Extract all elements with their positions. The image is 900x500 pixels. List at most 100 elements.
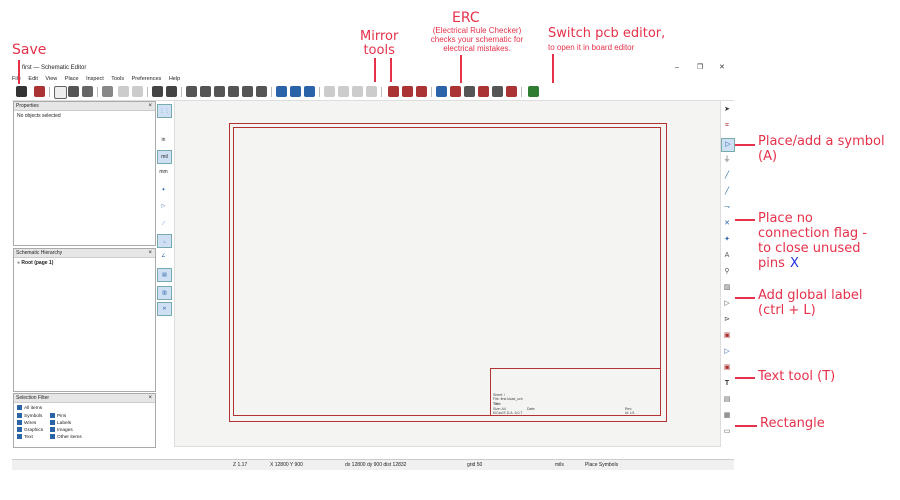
add-power-icon[interactable]: ⏚ (721, 154, 733, 166)
filter-symbols[interactable]: Symbols (17, 413, 42, 419)
import-sheet-pin-icon[interactable]: ▷ (721, 346, 733, 358)
add-wire-icon[interactable]: ╱ (721, 170, 733, 182)
zoom-fit-icon[interactable] (228, 86, 239, 97)
grid-toggle-icon[interactable]: ⋮⋮ (157, 104, 172, 118)
mirror-vertical-icon[interactable] (352, 86, 363, 97)
zoom-objects-icon[interactable] (242, 86, 253, 97)
toolbar-separator (319, 87, 320, 97)
bom-icon[interactable] (478, 86, 489, 97)
annotate-icon[interactable] (416, 86, 427, 97)
find-replace-icon[interactable] (166, 86, 177, 97)
save-icon[interactable] (16, 86, 27, 97)
navigate-back-icon[interactable] (276, 86, 287, 97)
title-block: Sheet: / File: first.kicad_sch Title: Si… (490, 368, 660, 415)
cursor-shape-icon[interactable]: ✦ (157, 184, 170, 196)
title-block-kicad: KiCad E.D.A. 6.0.7 (493, 411, 523, 415)
pcb-editor-icon[interactable] (528, 86, 539, 97)
zoom-out-icon[interactable] (214, 86, 225, 97)
properties-empty-text: No objects selected (17, 113, 61, 119)
navigate-up-icon[interactable] (290, 86, 301, 97)
symbol-library-icon[interactable] (402, 86, 413, 97)
refresh-icon[interactable] (186, 86, 197, 97)
highlight-net-icon[interactable]: ⌗ (721, 120, 733, 132)
status-grid: grid 50 (467, 462, 483, 468)
properties-panel-icon[interactable]: ✕ (157, 302, 172, 316)
mirror-horizontal-icon[interactable] (366, 86, 377, 97)
close-window-button[interactable]: ✕ (719, 62, 725, 74)
add-global-label-icon[interactable]: ▷ (721, 298, 733, 310)
undo-icon[interactable] (118, 86, 129, 97)
add-hier-pin-icon[interactable]: ⊳ (721, 314, 733, 326)
menu-help[interactable]: Help (169, 76, 180, 82)
add-junction-icon[interactable]: ✦ (721, 234, 733, 246)
hierarchy-panel-icon[interactable]: ▥ (157, 286, 172, 300)
filter-pins[interactable]: Pins (50, 413, 66, 419)
menu-tools[interactable]: Tools (111, 76, 124, 82)
add-net-label-icon[interactable]: A (721, 250, 733, 262)
redo-icon[interactable] (132, 86, 143, 97)
filter-all-items[interactable]: All items (17, 405, 42, 411)
page-settings-icon[interactable] (54, 86, 67, 99)
add-rectangle-icon[interactable]: ▭ (721, 426, 733, 438)
add-hier-sheet-icon[interactable]: ▣ (721, 330, 733, 342)
add-bus-icon[interactable]: ╱ (721, 186, 733, 198)
field-table-icon[interactable] (492, 86, 503, 97)
plot-icon[interactable] (82, 86, 93, 97)
toolbar-separator (521, 87, 522, 97)
symbol-editor-icon[interactable] (388, 86, 399, 97)
find-icon[interactable] (152, 86, 163, 97)
toolbar-separator (181, 87, 182, 97)
hidden-pins-icon[interactable]: ▷ (157, 200, 170, 212)
line-mode-90-icon[interactable]: ⌞ (157, 234, 172, 248)
annotation-rectangle: Rectangle (760, 416, 825, 431)
menu-preferences[interactable]: Preferences (132, 76, 162, 82)
navigate-forward-icon[interactable] (304, 86, 315, 97)
add-symbol-icon[interactable]: ▷ (721, 138, 735, 152)
toolbar-separator (381, 87, 382, 97)
maximize-button[interactable]: ❐ (697, 62, 703, 74)
menu-inspect[interactable]: Inspect (86, 76, 104, 82)
filter-other-items[interactable]: Other items (50, 434, 82, 440)
filter-graphics[interactable]: Graphics (17, 427, 43, 433)
select-arrow-icon[interactable]: ➤ (721, 104, 733, 116)
close-icon[interactable]: × (148, 102, 152, 110)
add-textbox-icon[interactable]: ▤ (721, 394, 733, 406)
paste-icon[interactable] (102, 86, 113, 97)
close-icon[interactable]: × (148, 394, 152, 402)
no-connect-flag-icon[interactable]: ✕ (721, 218, 733, 230)
print-icon[interactable] (68, 86, 79, 97)
erc-markers-icon[interactable]: ▤ (157, 268, 172, 282)
filter-wires[interactable]: Wires (17, 420, 36, 426)
rotate-cw-icon[interactable] (338, 86, 349, 97)
zoom-selection-icon[interactable] (256, 86, 267, 97)
footprint-assign-icon[interactable] (450, 86, 461, 97)
minimize-button[interactable]: – (675, 62, 679, 74)
menu-view[interactable]: View (45, 76, 57, 82)
add-hier-label-icon[interactable]: ▨ (721, 282, 733, 294)
simulator-icon[interactable] (464, 86, 475, 97)
add-net-class-icon[interactable]: ⚲ (721, 266, 733, 278)
bus-entry-icon[interactable]: ⇁ (721, 202, 733, 214)
add-table-icon[interactable]: ▦ (721, 410, 733, 422)
units-mm-button[interactable]: mm (157, 166, 170, 178)
menu-edit[interactable]: Edit (28, 76, 37, 82)
annotation-arrow (390, 58, 392, 82)
rotate-ccw-icon[interactable] (324, 86, 335, 97)
units-mil-button[interactable]: mil (157, 150, 172, 164)
import-sheet-icon[interactable]: ▣ (721, 362, 733, 374)
add-text-icon[interactable]: T (721, 378, 733, 390)
sheet-bullet-icon: ● (17, 260, 21, 266)
line-mode-45-icon[interactable]: ∠ (157, 250, 170, 262)
filter-labels[interactable]: Labels (50, 420, 71, 426)
menu-place[interactable]: Place (65, 76, 79, 82)
line-mode-free-icon[interactable]: ⟋ (157, 218, 170, 230)
hierarchy-root-item[interactable]: ● Root (page 1) (14, 258, 155, 268)
schematic-setup-icon[interactable] (34, 86, 45, 97)
filter-text[interactable]: Text (17, 434, 33, 440)
units-inch-button[interactable]: in (157, 134, 170, 146)
filter-images[interactable]: Images (50, 427, 73, 433)
close-icon[interactable]: × (148, 249, 152, 257)
netlist-icon[interactable] (506, 86, 517, 97)
zoom-in-icon[interactable] (200, 86, 211, 97)
erc-icon[interactable] (436, 86, 447, 97)
